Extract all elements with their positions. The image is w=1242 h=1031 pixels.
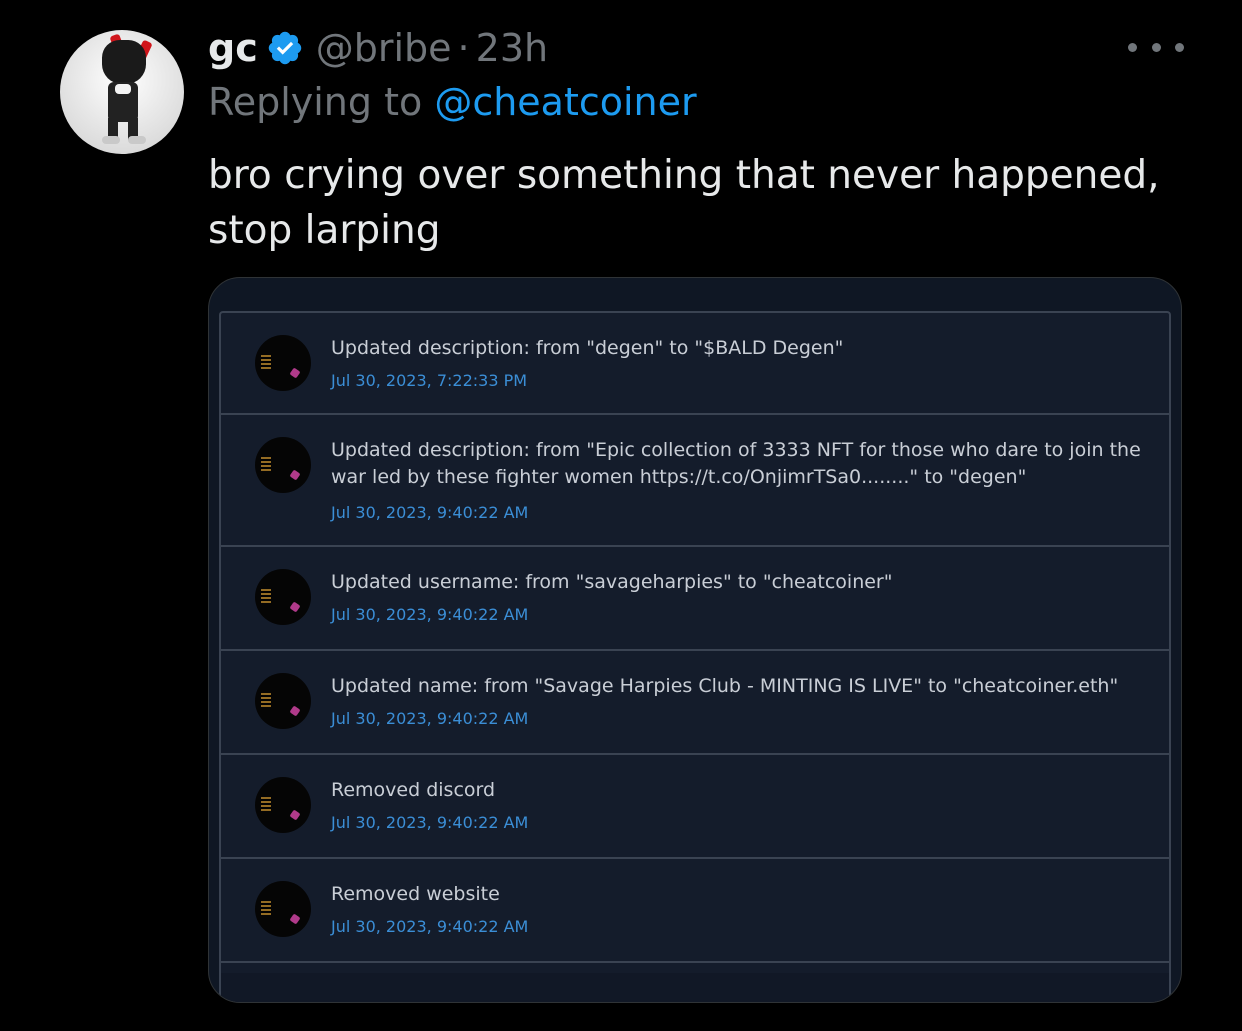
- tweet-text: bro crying over something that never hap…: [208, 153, 1160, 253]
- entry-text: Updated description: from "Epic collecti…: [331, 439, 1141, 488]
- tweet-timestamp[interactable]: 23h: [476, 26, 548, 70]
- entry-avatar-detail: [261, 797, 271, 811]
- avatar-figure-shoe: [128, 136, 146, 144]
- entry-avatar-detail: [261, 589, 271, 603]
- entry-date: Jul 30, 2023, 9:40:22 AM: [331, 605, 529, 624]
- entry-avatar-detail: [261, 693, 271, 707]
- avatar-figure-head: [102, 40, 146, 84]
- entry-avatar: [255, 437, 311, 493]
- more-dot: [1128, 42, 1137, 52]
- entry-avatar-detail: [261, 355, 271, 369]
- log-entry: Updated name: from "Savage Harpies Club …: [221, 651, 1169, 755]
- entry-date: Jul 30, 2023, 9:40:22 AM: [331, 503, 529, 522]
- log-entry: Removed discord Jul 30, 2023, 9:40:22 AM: [221, 755, 1169, 859]
- entry-avatar: [255, 881, 311, 937]
- entry-date: Jul 30, 2023, 9:40:22 AM: [331, 813, 529, 832]
- more-dot: [1175, 42, 1184, 52]
- entry-date: Jul 30, 2023, 9:40:22 AM: [331, 709, 529, 728]
- entry-text: Updated username: from "savageharpies" t…: [331, 571, 893, 593]
- log-entry: Removed website Jul 30, 2023, 9:40:22 AM: [221, 859, 1169, 963]
- log-entry: Updated description: from "Epic collecti…: [221, 415, 1169, 547]
- entry-date: Jul 30, 2023, 9:40:22 AM: [331, 917, 529, 936]
- entry-text: Removed website: [331, 883, 500, 905]
- profile-avatar[interactable]: [60, 30, 184, 154]
- entry-avatar: [255, 569, 311, 625]
- more-dot: [1151, 42, 1161, 52]
- header-separator: ·: [457, 26, 470, 70]
- entry-avatar: [255, 673, 311, 729]
- log-entry: Updated description: from "degen" to "$B…: [221, 313, 1169, 415]
- display-name[interactable]: gc: [208, 26, 258, 70]
- more-options-icon[interactable]: [1128, 36, 1184, 58]
- replying-to-mention[interactable]: @cheatcoiner: [434, 80, 696, 124]
- user-handle[interactable]: @bribe: [316, 26, 452, 70]
- panel-footer: [221, 973, 1169, 1002]
- change-log-panel: Updated description: from "degen" to "$B…: [219, 311, 1171, 1002]
- entry-text: Updated name: from "Savage Harpies Club …: [331, 675, 1119, 697]
- entry-avatar-detail: [289, 809, 301, 821]
- entry-text: Updated description: from "degen" to "$B…: [331, 337, 844, 359]
- entry-avatar: [255, 777, 311, 833]
- entry-avatar-detail: [289, 601, 301, 613]
- entry-avatar-detail: [289, 469, 301, 481]
- log-entry: Updated username: from "savageharpies" t…: [221, 547, 1169, 651]
- entry-avatar-detail: [261, 901, 271, 915]
- replying-to-line: Replying to @cheatcoiner: [208, 80, 697, 124]
- entry-avatar-detail: [289, 705, 301, 717]
- tweet-header: gc @bribe · 23h: [208, 22, 548, 74]
- entry-date: Jul 30, 2023, 7:22:33 PM: [331, 371, 528, 390]
- entry-avatar-detail: [289, 913, 301, 925]
- verified-badge-icon[interactable]: [266, 29, 304, 67]
- attached-image[interactable]: Updated description: from "degen" to "$B…: [208, 277, 1182, 1003]
- avatar-figure-shoe: [102, 136, 120, 144]
- entry-avatar-detail: [289, 367, 301, 379]
- entry-text: Removed discord: [331, 779, 496, 801]
- entry-avatar-detail: [261, 457, 271, 471]
- replying-prefix: Replying to: [208, 80, 435, 124]
- avatar-figure-chest: [115, 84, 131, 94]
- entry-avatar: [255, 335, 311, 391]
